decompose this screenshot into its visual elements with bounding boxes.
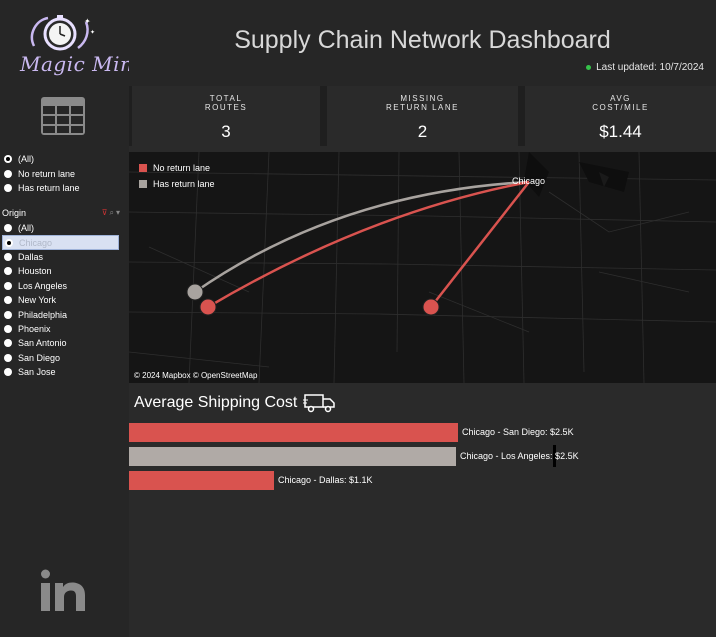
radio-icon [5, 238, 13, 247]
radio-icon [4, 267, 12, 276]
origin-option-selected[interactable]: Chicago [2, 235, 119, 250]
origin-filter-header: Origin ⊽⌕▾ [2, 208, 124, 218]
kpi-divider [518, 86, 525, 146]
origin-option[interactable]: San Jose [4, 365, 119, 379]
kpi-label: ROUTES [204, 103, 248, 112]
kpi-label: AVG [610, 94, 631, 103]
radio-icon [4, 155, 12, 164]
cost-bar-label: Chicago - San Diego: $2.5K [462, 427, 574, 437]
route-has-return-lane [194, 180, 530, 294]
origin-option[interactable]: New York [4, 293, 119, 307]
origin-filter-title: Origin [2, 208, 27, 218]
origin-option[interactable]: Dallas [4, 250, 119, 264]
map-point-los-angeles [186, 283, 204, 301]
origin-option[interactable]: Houston [4, 264, 119, 278]
legend-item[interactable]: No return lane [139, 160, 215, 176]
origin-filter: (All) Chicago Dallas Houston Los Angeles… [2, 221, 119, 379]
last-updated-text: Last updated: 10/7/2024 [596, 62, 704, 73]
cost-bar[interactable] [129, 471, 274, 490]
legend-swatch [139, 164, 147, 172]
radio-icon [4, 353, 12, 362]
cost-bar-label: Chicago - Dallas: $1.1K [278, 475, 373, 485]
kpi-avg-cost-per-mile: AVG COST/MILE $1.44 [525, 86, 716, 146]
radio-icon [4, 368, 12, 377]
cost-bar[interactable] [129, 447, 456, 466]
kpi-value: $1.44 [599, 122, 642, 141]
return-lane-option-no[interactable]: No return lane [4, 166, 80, 180]
table-icon[interactable] [40, 96, 86, 136]
svg-text:✦: ✦ [90, 29, 95, 36]
kpi-total-routes: TOTAL ROUTES 3 [132, 86, 320, 146]
kpi-value: 3 [221, 122, 231, 141]
kpi-label: COST/MILE [592, 103, 649, 112]
return-lane-option-all[interactable]: (All) [4, 152, 80, 166]
origin-option[interactable]: Phoenix [4, 322, 119, 336]
origin-option[interactable]: San Antonio [4, 336, 119, 350]
kpi-label: TOTAL [209, 94, 243, 103]
route-map[interactable]: Chicago No return lane Has return lane ©… [129, 152, 716, 383]
map-state-borders [129, 152, 716, 383]
map-point-dallas [422, 298, 440, 316]
cost-section-title: Average Shipping Cost [134, 394, 298, 411]
kpi-label: RETURN LANE [386, 103, 459, 112]
legend-swatch [139, 180, 147, 188]
origin-option[interactable]: San Diego [4, 351, 119, 365]
return-lane-option-has[interactable]: Has return lane [4, 181, 80, 195]
last-updated: Last updated: 10/7/2024 [586, 62, 704, 73]
radio-icon [4, 252, 12, 261]
cost-bar-label: Chicago - Los Angeles: $2.5K [460, 451, 579, 461]
radio-icon [4, 281, 12, 290]
kpi-value: 2 [417, 122, 428, 141]
cost-section: Average Shipping Cost Chicago - San Dieg… [129, 390, 716, 637]
radio-icon [4, 224, 12, 233]
radio-icon [4, 183, 12, 192]
radio-icon [4, 339, 12, 348]
radio-icon [4, 169, 12, 178]
brand-logo-text: Magic Mins [20, 52, 145, 76]
dropdown-icon[interactable]: ▾ [116, 208, 122, 217]
radio-icon [4, 324, 12, 333]
radio-icon [4, 296, 12, 305]
origin-option[interactable]: Los Angeles [4, 279, 119, 293]
kpi-divider [320, 86, 327, 146]
legend-item[interactable]: Has return lane [139, 176, 215, 192]
linkedin-icon[interactable] [41, 569, 85, 613]
map-point-san-diego [199, 298, 217, 316]
origin-option[interactable]: (All) [4, 221, 119, 235]
origin-filter-tools: ⊽⌕▾ [102, 208, 122, 218]
kpi-missing-return-lane: MISSING RETURN LANE 2 [327, 86, 518, 146]
clear-filter-icon[interactable]: ⊽ [102, 208, 110, 217]
origin-option[interactable]: Philadelphia [4, 307, 119, 321]
page-title: Supply Chain Network Dashboard [234, 26, 611, 54]
radio-icon [4, 310, 12, 319]
truck-icon [303, 394, 335, 413]
status-dot-icon [586, 64, 592, 70]
map-legend: No return lane Has return lane [139, 160, 215, 192]
return-lane-filter: (All) No return lane Has return lane [4, 152, 80, 195]
lake-michigan [524, 152, 549, 197]
cost-bar[interactable] [129, 423, 458, 442]
kpi-label: MISSING [400, 94, 445, 103]
map-attribution[interactable]: © 2024 Mapbox © OpenStreetMap [134, 371, 257, 380]
map-city-label: Chicago [512, 176, 546, 186]
